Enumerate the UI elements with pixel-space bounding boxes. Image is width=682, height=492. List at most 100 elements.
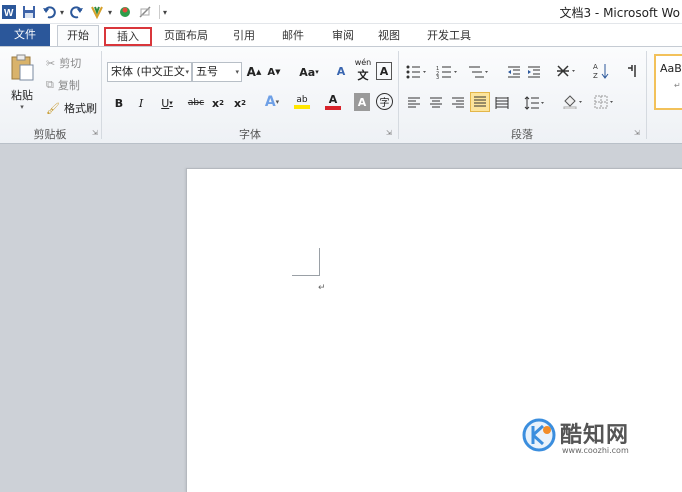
- font-size-value: 五号: [196, 65, 218, 78]
- paste-dropdown-icon: ▾: [20, 103, 24, 111]
- svg-text:Z: Z: [593, 72, 598, 80]
- tab-references[interactable]: 引用: [224, 26, 264, 46]
- underline-button[interactable]: U ▾: [156, 94, 178, 112]
- svg-text:3: 3: [436, 75, 439, 79]
- tab-insert[interactable]: 插入: [104, 27, 152, 46]
- ribbon-home: 粘贴 ▾ ✂ 剪切 ⧉ 复制 🖌 格式刷 剪贴板 ⇲ 宋体 (中文正文 ▾ 五号…: [0, 46, 682, 144]
- format-painter-button[interactable]: 🖌 格式刷: [46, 100, 97, 116]
- align-right-button[interactable]: [450, 94, 466, 112]
- superscript-button[interactable]: x2: [232, 94, 248, 112]
- undo-icon[interactable]: [40, 3, 58, 21]
- distributed-button[interactable]: [494, 94, 510, 112]
- color-circle-icon[interactable]: [116, 3, 134, 21]
- format-painter-label: 格式刷: [63, 102, 97, 115]
- paste-button[interactable]: 粘贴 ▾: [6, 53, 38, 111]
- align-left-button[interactable]: [406, 94, 422, 112]
- watermark-name: 酷知网: [560, 423, 630, 448]
- cut-button[interactable]: ✂ 剪切: [46, 55, 81, 71]
- tab-view[interactable]: 视图: [368, 26, 410, 46]
- format-painter-icon: 🖌: [46, 101, 60, 115]
- watermark-logo-icon: [522, 418, 556, 452]
- change-case-button[interactable]: Aa ▾: [296, 63, 322, 81]
- copy-icon: ⧉: [46, 78, 54, 91]
- customize-qat-icon[interactable]: ▾: [163, 8, 167, 17]
- tab-review[interactable]: 审阅: [322, 26, 364, 46]
- save-icon[interactable]: [20, 3, 38, 21]
- copy-button[interactable]: ⧉ 复制: [46, 77, 80, 93]
- char-border-button[interactable]: A: [376, 62, 392, 80]
- brush-dropdown-icon[interactable]: ▾: [108, 8, 112, 17]
- tab-page-layout[interactable]: 页面布局: [158, 26, 214, 46]
- increase-indent-icon: [528, 66, 540, 78]
- svg-text:W: W: [4, 8, 14, 19]
- paste-icon: [11, 54, 34, 81]
- bullets-button[interactable]: [404, 63, 430, 81]
- paragraph-mark: ↵: [318, 283, 326, 293]
- draw-icon[interactable]: [136, 3, 154, 21]
- tab-home[interactable]: 开始: [57, 25, 99, 46]
- font-size-combo[interactable]: 五号 ▾: [192, 62, 242, 82]
- scissors-icon: ✂: [46, 56, 56, 70]
- quick-access-toolbar: W ▾ ▾ ▾: [0, 1, 171, 23]
- phonetic-guide-button[interactable]: wén 文: [354, 58, 372, 82]
- bold-button[interactable]: B: [112, 94, 126, 112]
- font-name-combo[interactable]: 宋体 (中文正文 ▾: [107, 62, 192, 82]
- font-group-label: 字体: [239, 128, 261, 141]
- svg-text:A: A: [593, 63, 598, 71]
- ribbon-tab-bar: 文件 开始 插入 页面布局 引用 邮件 审阅 视图 开发工具: [0, 24, 682, 46]
- font-color-button[interactable]: A: [320, 92, 346, 112]
- justify-button[interactable]: [470, 92, 490, 112]
- shading-button[interactable]: [560, 93, 586, 111]
- numbering-button[interactable]: 123: [434, 63, 462, 81]
- distributed-icon: [495, 97, 509, 109]
- brush-icon[interactable]: [88, 3, 106, 21]
- style-normal-tile[interactable]: AaB ↵: [654, 54, 682, 110]
- tab-developer[interactable]: 开发工具: [418, 26, 480, 46]
- paragraph-group-label: 段落: [511, 128, 533, 141]
- show-marks-button[interactable]: [624, 61, 640, 81]
- align-center-icon: [430, 97, 442, 108]
- paragraph-launcher-icon[interactable]: ⇲: [634, 129, 640, 137]
- word-app-icon[interactable]: W: [0, 3, 18, 21]
- chinese-layout-button[interactable]: [554, 62, 580, 80]
- clipboard-launcher-icon[interactable]: ⇲: [92, 129, 98, 137]
- style-para-mark: ↵: [674, 81, 681, 90]
- align-left-icon: [408, 97, 420, 108]
- sort-button[interactable]: AZ: [592, 61, 610, 81]
- undo-dropdown-icon[interactable]: ▾: [60, 8, 64, 17]
- watermark: 酷知网 www.coozhi.com: [522, 416, 672, 460]
- strikethrough-button[interactable]: abc: [186, 94, 206, 112]
- borders-button[interactable]: [592, 93, 618, 111]
- bullets-icon: [406, 65, 426, 79]
- multilevel-list-icon: [469, 66, 488, 78]
- grow-font-button[interactable]: A ▲: [246, 63, 262, 81]
- shrink-font-button[interactable]: A ▼: [266, 63, 282, 81]
- decrease-indent-button[interactable]: [506, 63, 522, 81]
- italic-button[interactable]: I: [134, 94, 148, 112]
- char-shading-button[interactable]: A: [354, 93, 370, 111]
- tab-file[interactable]: 文件: [0, 24, 50, 46]
- multilevel-list-button[interactable]: [466, 63, 492, 81]
- watermark-url: www.coozhi.com: [562, 446, 629, 455]
- font-color-bar: [325, 106, 341, 110]
- borders-icon: [594, 95, 613, 109]
- numbering-icon: 123: [436, 66, 457, 79]
- clipboard-group-label: 剪贴板: [33, 128, 67, 141]
- line-spacing-button[interactable]: [522, 94, 548, 112]
- enclose-char-button[interactable]: 字: [376, 93, 393, 110]
- align-right-icon: [452, 97, 464, 108]
- clear-format-button[interactable]: A: [332, 61, 350, 81]
- subscript-button[interactable]: x2: [210, 94, 226, 112]
- text-effect-button[interactable]: A ▾: [260, 92, 284, 112]
- font-size-dropdown-icon: ▾: [235, 68, 239, 76]
- font-name-dropdown-icon: ▾: [185, 68, 189, 76]
- font-launcher-icon[interactable]: ⇲: [386, 129, 392, 137]
- align-center-button[interactable]: [428, 94, 444, 112]
- redo-icon[interactable]: [68, 3, 86, 21]
- paint-bucket-icon: [563, 95, 582, 109]
- group-separator: [646, 51, 647, 139]
- tab-mailings[interactable]: 邮件: [272, 26, 314, 46]
- highlight-button[interactable]: ab: [288, 92, 316, 112]
- font-name-value: 宋体 (中文正文: [111, 65, 185, 78]
- increase-indent-button[interactable]: [526, 63, 542, 81]
